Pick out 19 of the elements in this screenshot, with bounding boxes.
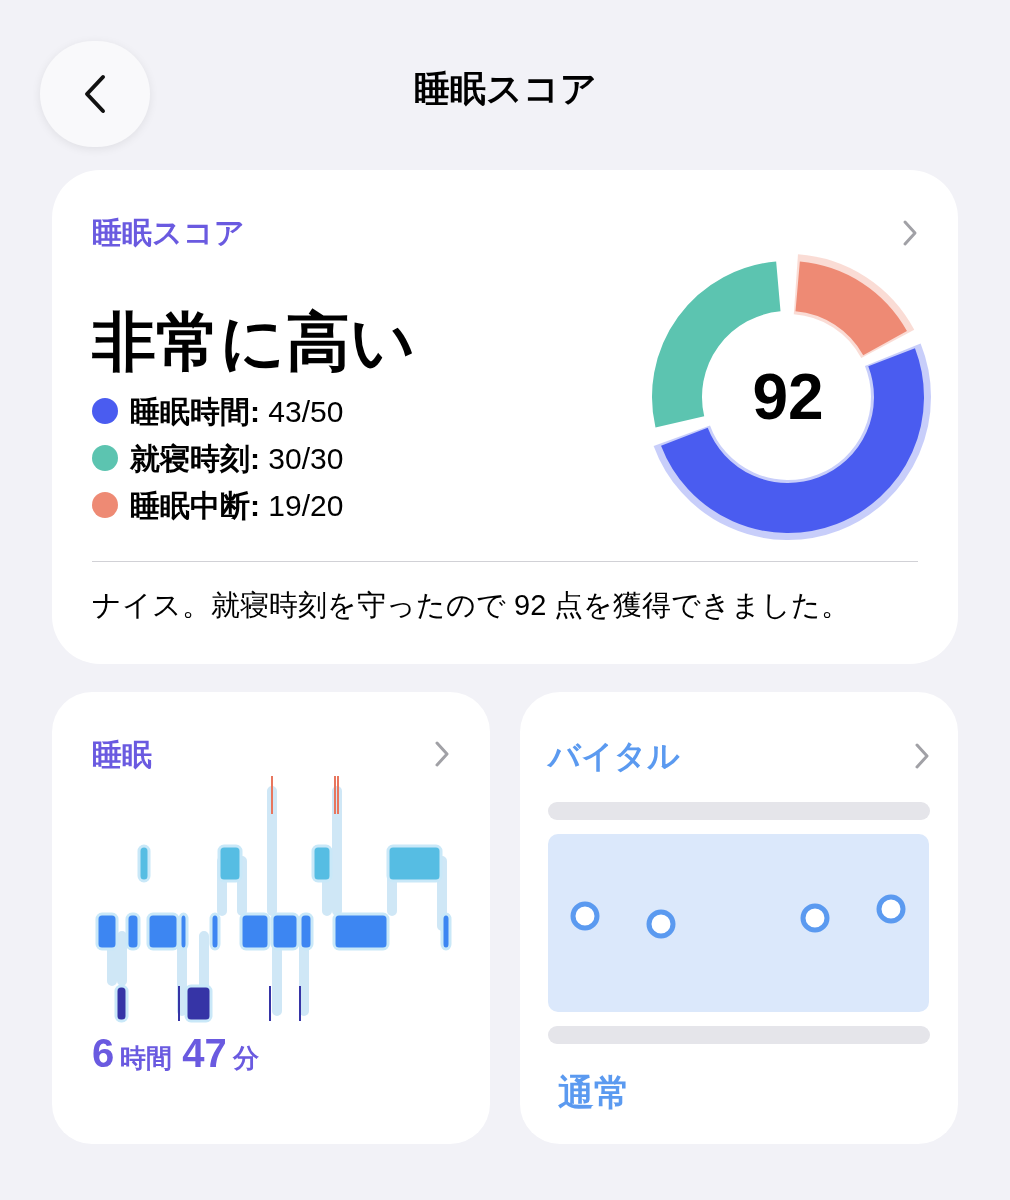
rating-text: 非常に高い <box>92 304 416 380</box>
page-title: 睡眠スコア <box>413 67 597 111</box>
vitals-card[interactable]: バイタル 通常 <box>520 691 958 1144</box>
score-value: 92 <box>752 365 824 429</box>
score-message: ナイス。就寝時刻を守ったので 92 点を獲得できました。 <box>92 588 852 623</box>
sleep-card[interactable]: 睡眠 6 時間 47 分 <box>52 691 490 1144</box>
chevron-icon[interactable] <box>914 741 930 770</box>
vitals-status: 通常 <box>558 1070 631 1115</box>
score-card[interactable]: 睡眠スコア 非常に高い 睡眠時間: 43/50 就寝時刻: 30/30 睡眠中断: 19/20 92 ナイス。就寝時刻を守ったので 92 点を獲得できました。 <box>52 170 958 664</box>
card-title: バイタル <box>548 736 680 776</box>
back-icon <box>83 74 107 114</box>
card-title: 睡眠スコア <box>92 215 245 251</box>
legend-label: 睡眠中断: 19/20 <box>130 487 344 524</box>
card-title: 睡眠 <box>92 736 152 773</box>
chevron-icon[interactable] <box>434 740 450 768</box>
legend-label: 睡眠時間: 43/50 <box>130 393 344 430</box>
chevron-icon[interactable] <box>902 218 918 247</box>
sleep-duration: 6 時間 47 分 <box>92 1029 260 1077</box>
legend-label: 就寝時刻: 30/30 <box>130 440 344 477</box>
